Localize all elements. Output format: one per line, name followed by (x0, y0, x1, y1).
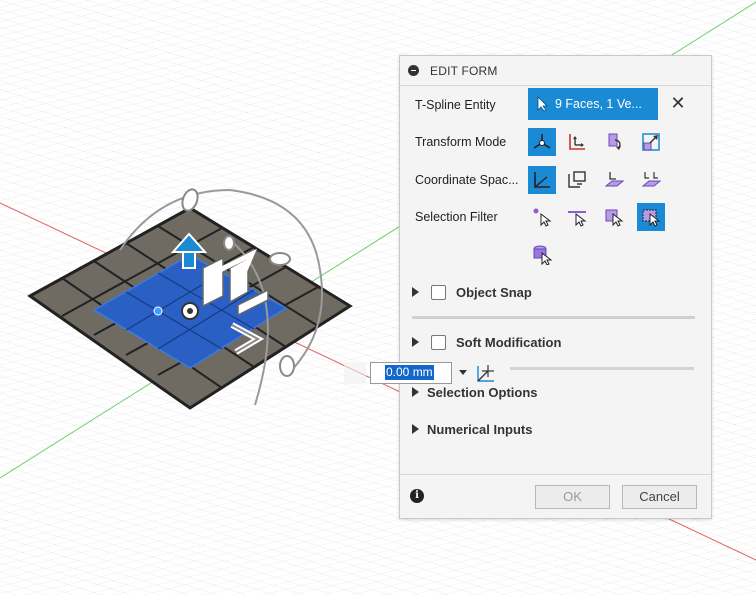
chevron-down-icon[interactable] (459, 370, 467, 375)
edge-select-icon (568, 211, 587, 227)
per-face-plane-icon (641, 172, 662, 187)
rotate-handle[interactable] (279, 355, 295, 377)
local-space-button[interactable] (600, 166, 628, 194)
world-axes-icon (534, 172, 550, 188)
drag-handle[interactable] (344, 362, 366, 384)
cancel-button[interactable]: Cancel (622, 485, 697, 509)
all-select-icon (642, 209, 661, 227)
scale-icon (642, 133, 660, 151)
tspline-entity-value: 9 Faces, 1 Ve... (555, 97, 642, 111)
triangle-right-icon (412, 387, 419, 397)
ok-button[interactable]: OK (535, 485, 610, 509)
soft-modification-section[interactable]: Soft Modification (412, 332, 561, 352)
distance-slider[interactable] (510, 367, 694, 370)
soft-modification-label: Soft Modification (456, 334, 562, 350)
divider (400, 474, 711, 475)
view-space-button[interactable] (563, 166, 591, 194)
distance-value: 0.00 mm (385, 365, 434, 380)
edge-filter-button[interactable] (563, 203, 591, 231)
coordinate-space-label: Coordinate Spac... (415, 173, 519, 187)
translation-mode-button[interactable] (563, 128, 591, 156)
face-select-icon (605, 209, 624, 227)
distance-input-hud: 0.00 mm (344, 362, 496, 384)
per-face-space-button[interactable] (637, 166, 665, 194)
tspline-entity-selector[interactable]: 9 Faces, 1 Ve... (528, 88, 658, 120)
face-filter-button[interactable] (600, 203, 628, 231)
body-filter-button[interactable] (528, 240, 556, 268)
collapse-icon[interactable] (408, 65, 419, 76)
object-snap-section[interactable]: Object Snap (412, 282, 532, 302)
divider (412, 316, 695, 319)
body-select-icon (533, 245, 553, 265)
multi-transform-mode-button[interactable] (528, 128, 556, 156)
triangle-right-icon (412, 287, 419, 297)
soft-modification-checkbox[interactable] (431, 334, 446, 350)
scale-mode-button[interactable] (637, 128, 665, 156)
vertex-select-icon (533, 208, 552, 227)
numerical-inputs-label: Numerical Inputs (427, 421, 533, 437)
rotate-handle[interactable] (269, 252, 291, 266)
selection-filter-label: Selection Filter (415, 210, 498, 224)
local-plane-icon (604, 172, 625, 187)
cursor-arrow-icon (537, 96, 548, 112)
tspline-entity-label: T-Spline Entity (415, 98, 496, 112)
translate-axes-icon (569, 134, 585, 150)
close-icon[interactable]: ✕ (670, 94, 686, 112)
move-axis-icon[interactable] (475, 362, 497, 384)
object-snap-label: Object Snap (456, 284, 532, 300)
vertex-filter-button[interactable] (528, 203, 556, 231)
info-icon[interactable]: i (410, 489, 424, 503)
edit-form-panel: EDIT FORM T-Spline Entity 9 Faces, 1 Ve.… (399, 55, 712, 519)
view-screen-icon (568, 171, 586, 188)
rotate-icon (608, 133, 621, 150)
transform-mode-label: Transform Mode (415, 135, 507, 149)
panel-header: EDIT FORM (400, 56, 711, 86)
triangle-right-icon (412, 424, 419, 434)
selection-options-label: Selection Options (427, 384, 538, 400)
world-space-button[interactable] (528, 166, 556, 194)
triangle-right-icon (412, 337, 419, 347)
triad-icon (533, 134, 551, 149)
all-filter-button[interactable] (637, 203, 665, 231)
object-snap-checkbox[interactable] (431, 284, 446, 300)
rotation-mode-button[interactable] (600, 128, 628, 156)
panel-title: EDIT FORM (430, 64, 498, 78)
selection-options-section[interactable]: Selection Options (412, 382, 538, 402)
distance-input[interactable]: 0.00 mm (370, 362, 452, 384)
numerical-inputs-section[interactable]: Numerical Inputs (412, 419, 532, 439)
